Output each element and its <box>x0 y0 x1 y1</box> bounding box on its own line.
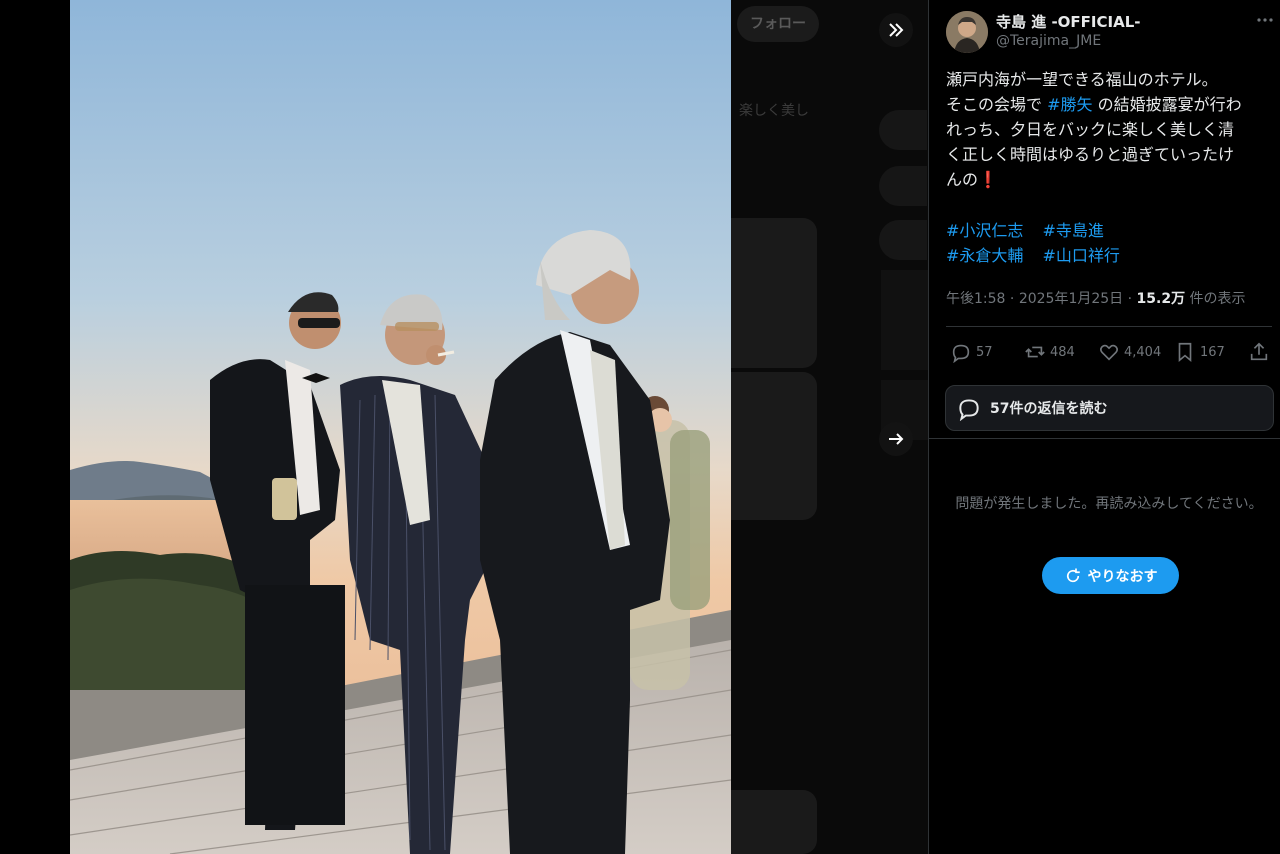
tweet-line: く正しく時間はゆるりと過ぎていったけ <box>946 145 1235 164</box>
bookmark-button[interactable]: 167 <box>1174 337 1225 367</box>
background-card <box>879 166 927 206</box>
tweet-text-segment: んの <box>946 170 979 189</box>
media-viewer: フォロー 楽しく美し <box>0 0 928 854</box>
tweet-date[interactable]: 2025年1月25日 <box>1019 291 1123 307</box>
exclamation-emoji: ❗ <box>978 170 998 189</box>
tweet-line: 瀬戸内海が一望できる福山のホテル。 <box>946 70 1218 89</box>
arrow-right-icon <box>889 433 904 445</box>
speech-bubble-icon <box>959 399 979 421</box>
tweet-text-segment: の結婚披露宴が行わ <box>1092 95 1242 114</box>
collapse-panel-button[interactable] <box>879 13 913 47</box>
divider <box>929 438 1280 439</box>
more-dots-icon <box>1257 18 1273 22</box>
share-button[interactable] <box>1248 337 1270 367</box>
background-sidebar-block <box>881 270 928 370</box>
meta-separator: · <box>1005 291 1019 307</box>
like-button[interactable]: 4,404 <box>1098 337 1161 367</box>
divider <box>946 326 1272 327</box>
background-card <box>879 220 927 260</box>
reply-button[interactable]: 57 <box>950 337 993 367</box>
bookmark-icon <box>1178 342 1192 363</box>
retweet-button[interactable]: 484 <box>1024 337 1075 367</box>
photo-illustration <box>70 0 731 854</box>
tweet-photo[interactable] <box>70 0 731 854</box>
like-count: 4,404 <box>1124 344 1162 360</box>
background-media <box>731 790 817 854</box>
avatar[interactable] <box>946 11 988 53</box>
background-follow-button: フォロー <box>737 6 819 42</box>
author-display-name[interactable]: 寺島 進 -OFFICIAL- <box>996 11 1140 32</box>
view-count: 15.2万 <box>1136 291 1186 307</box>
hashtag-link[interactable]: #山口祥行 <box>1043 246 1120 265</box>
meta-separator: · <box>1123 291 1137 307</box>
background-media <box>731 218 817 368</box>
avatar-image <box>946 11 988 53</box>
more-options-button[interactable] <box>1255 10 1275 30</box>
background-media <box>731 372 817 520</box>
hashtag-link[interactable]: #永倉大輔 <box>946 246 1023 265</box>
read-replies-label: 57件の返信を読む <box>990 401 1108 417</box>
tweet-line: んの❗ <box>946 167 1272 192</box>
tweet-line: そこの会場で #勝矢 の結婚披露宴が行わ <box>946 92 1272 117</box>
tweet-text-segment: そこの会場で <box>946 95 1048 114</box>
hashtag-row: #永倉大輔 #山口祥行 <box>946 243 1272 268</box>
retry-button[interactable]: やりなおす <box>1042 557 1179 594</box>
share-icon <box>1250 342 1268 361</box>
hashtag-list: #小沢仁志 #寺島進 #永倉大輔 #山口祥行 <box>946 218 1272 268</box>
hashtag-row: #小沢仁志 #寺島進 <box>946 218 1272 243</box>
tweet-detail-panel: 寺島 進 -OFFICIAL- @Terajima_JME 瀬戸内海が一望できる… <box>928 0 1280 854</box>
reply-count: 57 <box>976 344 993 360</box>
view-count-label: 件の表示 <box>1189 291 1246 307</box>
retweet-icon <box>1025 346 1045 358</box>
double-chevron-right-icon <box>889 23 904 37</box>
hashtag-link[interactable]: #小沢仁志 <box>946 221 1023 240</box>
error-message: 問題が発生しました。再読み込みしてください。 <box>955 496 1263 512</box>
background-card <box>879 110 927 150</box>
author-handle[interactable]: @Terajima_JME <box>996 33 1101 49</box>
read-replies-button[interactable]: 57件の返信を読む <box>945 385 1274 431</box>
reply-icon <box>952 344 970 363</box>
tweet-time[interactable]: 午後1:58 <box>946 291 1005 307</box>
next-media-button[interactable] <box>879 422 913 456</box>
retweet-count: 484 <box>1050 344 1075 360</box>
tweet-line: れっち、夕日をバックに楽しく美しく清 <box>946 120 1235 139</box>
tweet-text: 瀬戸内海が一望できる福山のホテル。 そこの会場で #勝矢 の結婚披露宴が行わ れ… <box>946 67 1272 192</box>
heart-icon <box>1100 344 1118 361</box>
retry-label: やりなおす <box>1087 568 1158 585</box>
refresh-icon <box>1066 568 1080 582</box>
hashtag-link[interactable]: #勝矢 <box>1047 95 1092 114</box>
bookmark-count: 167 <box>1200 344 1225 360</box>
tweet-actions: 57 484 4,404 167 <box>946 337 1276 367</box>
background-snippet: 楽しく美し <box>739 103 809 119</box>
hashtag-link[interactable]: #寺島進 <box>1043 221 1104 240</box>
tweet-meta: 午後1:58 · 2025年1月25日 · 15.2万 件の表示 <box>946 288 1246 308</box>
